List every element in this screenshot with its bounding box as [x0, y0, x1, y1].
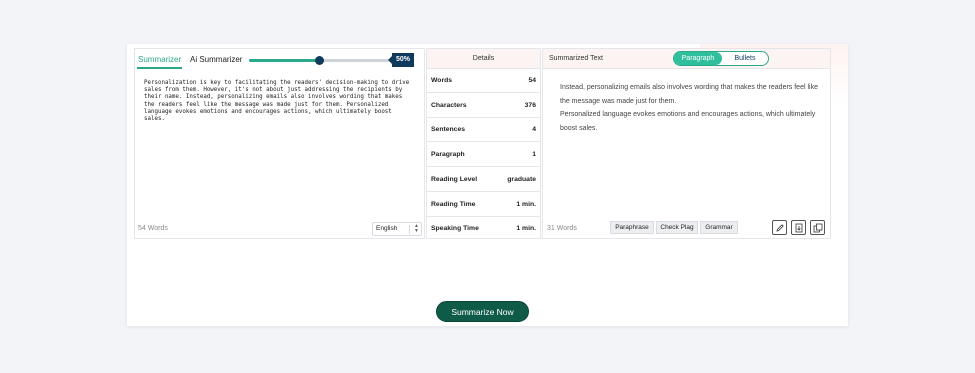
detail-value: 54 [528, 77, 536, 84]
detail-value: 1 min. [516, 200, 536, 208]
output-header: Summarized Text Paragraph Bullets [543, 49, 830, 69]
detail-label: Speaking Time [431, 225, 479, 233]
tab-ai-summarizer[interactable]: Ai Summarizer [190, 55, 242, 64]
grammar-button[interactable]: Grammar [700, 221, 738, 234]
tab-summarizer[interactable]: Summarizer [136, 55, 183, 69]
output-word-count: 31 Words [547, 225, 577, 232]
detail-row-reading-time: Reading Time 1 min. [427, 193, 540, 217]
paraphrase-button[interactable]: Paraphrase [610, 221, 654, 234]
detail-label: Characters [431, 101, 467, 109]
chevron-updown-icon: ▲ ▼ [414, 223, 419, 234]
language-select[interactable]: English ▲ ▼ [372, 222, 422, 236]
detail-label: Reading Level [431, 175, 478, 183]
detail-value: 1 [532, 151, 536, 159]
detail-value: graduate [507, 175, 536, 183]
detail-row-words: Words 54 [427, 69, 540, 93]
summary-length-slider[interactable] [249, 56, 389, 65]
download-icon [795, 223, 803, 233]
detail-label: Reading Time [431, 200, 476, 208]
slider-value-badge: 50% [388, 53, 414, 67]
detail-row-speaking-time: Speaking Time 1 min. [427, 217, 540, 241]
edit-button[interactable] [772, 220, 787, 235]
language-select-value: English [376, 225, 398, 232]
detail-label: Sentences [431, 126, 466, 134]
toggle-bullets[interactable]: Bullets [722, 52, 768, 65]
slider-fill [249, 59, 319, 62]
details-panel: Details Words 54 Characters 376 Sentence… [426, 48, 541, 239]
summary-line: Personalized language evokes emotions an… [560, 111, 816, 132]
detail-value: 376 [524, 101, 536, 109]
slider-thumb[interactable] [315, 56, 324, 65]
input-panel: Summarizer Ai Summarizer 50% Personaliza… [134, 48, 425, 239]
detail-row-characters: Characters 376 [427, 94, 540, 118]
detail-value: 4 [532, 126, 536, 134]
toggle-paragraph[interactable]: Paragraph [674, 52, 722, 65]
detail-label: Words [431, 77, 453, 84]
select-divider [409, 225, 410, 234]
format-toggle: Paragraph Bullets [673, 51, 769, 66]
copy-button[interactable] [810, 220, 825, 235]
edit-icon [776, 224, 784, 232]
detail-value: 1 min. [516, 225, 536, 233]
check-plag-button[interactable]: Check Plag [656, 221, 698, 234]
input-word-count: 54 Words [138, 225, 168, 232]
detail-label: Paragraph [431, 151, 465, 159]
summary-line: Instead, personalizing emails also invol… [560, 84, 818, 105]
summary-output[interactable]: Instead, personalizing emails also invol… [560, 81, 822, 135]
output-title: Summarized Text [549, 55, 603, 62]
input-textarea[interactable]: Personalization is key to facilitating t… [144, 80, 414, 123]
detail-row-reading-level: Reading Level graduate [427, 168, 540, 192]
download-button[interactable] [791, 220, 806, 235]
output-panel: Summarized Text Paragraph Bullets Instea… [542, 48, 831, 239]
detail-row-paragraph: Paragraph 1 [427, 143, 540, 168]
detail-row-sentences: Sentences 4 [427, 118, 540, 143]
details-title: Details [427, 49, 540, 69]
summarize-now-button[interactable]: Summarize Now [436, 301, 529, 322]
copy-icon [813, 223, 823, 233]
